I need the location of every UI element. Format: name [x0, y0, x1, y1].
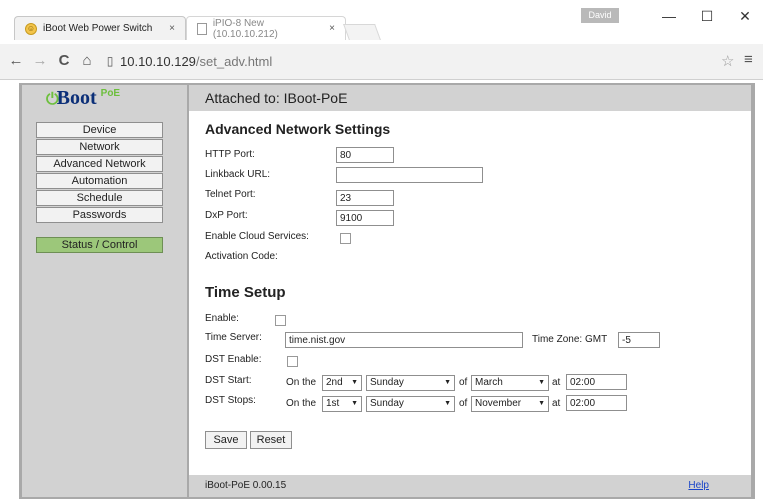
dst-stop-week-select[interactable]: 1st ▼ — [322, 396, 362, 412]
logo-badge: PoE — [100, 88, 121, 100]
sidebar: ⏻Boot PoE Device Network Advanced Network… — [22, 85, 187, 497]
tab-iboot[interactable]: ☺ iBoot Web Power Switch × — [14, 16, 186, 40]
dst-stop-week-value: 1st — [326, 398, 340, 409]
chevron-down-icon: ▼ — [444, 379, 451, 386]
dxp-port-label: DxP Port: — [205, 210, 248, 221]
telnet-port-input[interactable] — [336, 190, 394, 206]
sidebar-item-passwords[interactable]: Passwords — [36, 207, 163, 223]
dst-start-on-the: On the — [286, 377, 317, 388]
sidebar-item-network[interactable]: Network — [36, 139, 163, 155]
network-section-title: Advanced Network Settings — [205, 121, 391, 137]
http-port-input[interactable] — [336, 147, 394, 163]
dst-start-day-value: Sunday — [370, 377, 404, 388]
back-icon[interactable]: ← — [7, 52, 25, 69]
dst-start-at: at — [552, 377, 561, 388]
sidebar-item-device[interactable]: Device — [36, 122, 163, 138]
dst-start-time-input[interactable] — [566, 374, 627, 390]
iboot-favicon-icon: ☺ — [25, 22, 37, 35]
time-enable-checkbox[interactable] — [275, 315, 286, 326]
activation-code-label: Activation Code: — [205, 251, 278, 262]
main-content: Attached to: IBoot-PoE Advanced Network … — [189, 85, 751, 497]
dst-start-week-value: 2nd — [326, 377, 343, 388]
new-tab-button[interactable] — [343, 24, 381, 40]
page-viewport: ⏻Boot PoE Device Network Advanced Network… — [0, 80, 763, 499]
status-control-button[interactable]: Status / Control — [36, 237, 163, 253]
iboot-logo: ⏻Boot PoE — [46, 87, 120, 110]
tab-label: iBoot Web Power Switch — [43, 23, 153, 34]
tab-close-icon[interactable]: × — [329, 23, 335, 34]
sidebar-item-schedule[interactable]: Schedule — [36, 190, 163, 206]
dst-start-month-select[interactable]: March ▼ — [471, 375, 549, 391]
telnet-port-label: Telnet Port: — [205, 189, 256, 200]
dst-stop-day-select[interactable]: Sunday ▼ — [366, 396, 455, 412]
dst-start-month-value: March — [475, 377, 503, 388]
reset-button[interactable]: Reset — [250, 431, 292, 449]
page-info-icon[interactable]: ▯ — [101, 54, 119, 68]
chevron-down-icon: ▼ — [444, 400, 451, 407]
footer: iBoot-PoE 0.00.15 Help — [189, 475, 751, 497]
minimize-icon[interactable]: — — [659, 8, 679, 24]
dst-stop-day-value: Sunday — [370, 398, 404, 409]
tab-label: iPIO-8 New (10.10.10.212) — [212, 17, 278, 40]
dst-stop-of: of — [459, 398, 468, 409]
dxp-port-input[interactable] — [336, 210, 394, 226]
dst-start-week-select[interactable]: 2nd ▼ — [322, 375, 362, 391]
url-field[interactable]: 10.10.10.129/set_adv.html — [120, 54, 272, 69]
menu-icon[interactable]: ≡ — [744, 51, 753, 68]
tab-close-icon[interactable]: × — [169, 23, 175, 34]
forward-icon[interactable]: → — [31, 52, 49, 69]
dst-start-day-select[interactable]: Sunday ▼ — [366, 375, 455, 391]
help-link[interactable]: Help — [688, 480, 709, 491]
cloud-services-checkbox[interactable] — [340, 233, 351, 244]
dst-stop-month-value: November — [475, 398, 522, 409]
time-zone-input[interactable] — [618, 332, 660, 348]
chevron-down-icon: ▼ — [538, 379, 545, 386]
time-server-label: Time Server: — [205, 332, 262, 343]
bookmark-star-icon[interactable]: ☆ — [721, 52, 734, 70]
url-host: 10.10.10.129 — [120, 54, 196, 69]
linkback-url-label: Linkback URL: — [205, 169, 271, 180]
time-server-input[interactable] — [285, 332, 523, 348]
dst-stop-at: at — [552, 398, 561, 409]
tab-ipio[interactable]: iPIO-8 New (10.10.10.212) × — [186, 16, 346, 40]
firmware-version: iBoot-PoE 0.00.15 — [205, 480, 287, 491]
linkback-url-input[interactable] — [336, 167, 483, 183]
chevron-down-icon: ▼ — [351, 400, 358, 407]
cloud-services-label: Enable Cloud Services: — [205, 231, 309, 242]
time-enable-label: Enable: — [205, 313, 239, 324]
url-path: /set_adv.html — [195, 54, 273, 69]
dst-stop-on-the: On the — [286, 398, 317, 409]
close-window-icon[interactable]: ✕ — [735, 8, 755, 25]
user-badge[interactable]: David — [581, 8, 619, 23]
browser-titlebar: ☺ iBoot Web Power Switch × iPIO-8 New (1… — [0, 0, 763, 44]
home-icon[interactable]: ⌂ — [78, 52, 96, 69]
logo-text: Boot — [56, 87, 97, 109]
dst-start-label: DST Start: — [205, 375, 252, 386]
page-icon — [197, 22, 207, 35]
reload-icon[interactable]: C — [55, 52, 73, 69]
attached-header: Attached to: IBoot-PoE — [189, 85, 751, 111]
time-zone-label: Time Zone: GMT — [532, 334, 608, 345]
dst-enable-label: DST Enable: — [205, 354, 262, 365]
dst-stop-month-select[interactable]: November ▼ — [471, 396, 549, 412]
chevron-down-icon: ▼ — [351, 379, 358, 386]
dst-stop-time-input[interactable] — [566, 395, 627, 411]
save-button[interactable]: Save — [205, 431, 247, 449]
time-section-title: Time Setup — [205, 284, 286, 301]
address-bar: ← → C ⌂ ▯ 10.10.10.129/set_adv.html ☆ ≡ — [0, 44, 763, 80]
dst-start-of: of — [459, 377, 468, 388]
http-port-label: HTTP Port: — [205, 149, 255, 160]
page-frame: ⏻Boot PoE Device Network Advanced Network… — [19, 83, 755, 499]
dst-stop-label: DST Stops: — [205, 395, 256, 406]
sidebar-item-automation[interactable]: Automation — [36, 173, 163, 189]
sidebar-item-advanced-network[interactable]: Advanced Network — [36, 156, 163, 172]
maximize-icon[interactable]: ☐ — [697, 8, 717, 25]
dst-enable-checkbox[interactable] — [287, 356, 298, 367]
chevron-down-icon: ▼ — [538, 400, 545, 407]
